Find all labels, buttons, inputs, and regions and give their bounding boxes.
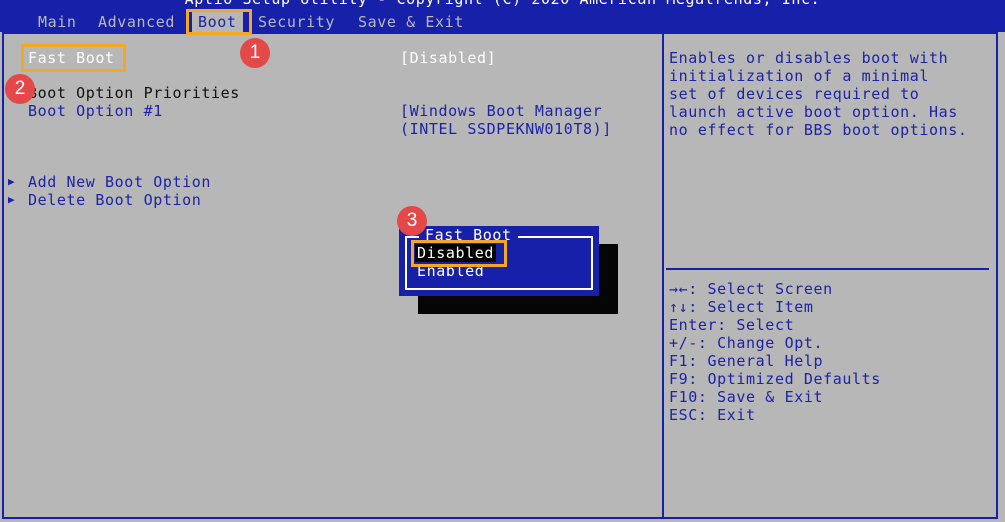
- key-legend: →←: Select Screen ↑↓: Select Item Enter:…: [669, 280, 881, 424]
- key-esc-exit: ESC: Exit: [669, 406, 756, 424]
- highlight-fast-boot: [21, 44, 126, 72]
- key-save-exit: F10: Save & Exit: [669, 388, 824, 406]
- tab-advanced[interactable]: Advanced: [98, 13, 175, 31]
- submenu-arrow-icon: ▶: [8, 175, 15, 188]
- help-line: initialization of a minimal: [669, 67, 930, 85]
- help-divider: [666, 268, 989, 270]
- help-line: no effect for BBS boot options.: [669, 121, 968, 139]
- key-select-screen: →←: Select Screen: [669, 280, 833, 298]
- add-new-boot-option[interactable]: Add New Boot Option: [28, 173, 211, 191]
- boot-option-1-value-line1[interactable]: [Windows Boot Manager: [400, 102, 602, 120]
- highlight-boot-tab: [186, 9, 252, 35]
- help-line: set of devices required to: [669, 85, 920, 103]
- tab-security[interactable]: Security: [258, 13, 335, 31]
- annotation-badge-1: 1: [240, 38, 270, 68]
- annotation-badge-2: 2: [5, 74, 35, 104]
- submenu-arrow-icon: ▶: [8, 193, 15, 206]
- panel-divider: [662, 32, 664, 519]
- boot-priorities-heading: Boot Option Priorities: [28, 84, 240, 102]
- key-optimized-defaults: F9: Optimized Defaults: [669, 370, 881, 388]
- highlight-disabled-option: [411, 240, 507, 267]
- tab-main[interactable]: Main: [38, 13, 77, 31]
- boot-option-1-value-line2[interactable]: (INTEL SSDPEKNW010T8)]: [400, 120, 612, 138]
- tab-save-exit[interactable]: Save & Exit: [358, 13, 464, 31]
- help-line: Enables or disables boot with: [669, 49, 949, 67]
- boot-option-1-label[interactable]: Boot Option #1: [28, 102, 163, 120]
- help-line: launch active boot option. Has: [669, 103, 958, 121]
- delete-boot-option[interactable]: Delete Boot Option: [28, 191, 201, 209]
- top-menu-bar: Aptio Setup Utility - Copyright (C) 2020…: [0, 0, 1005, 33]
- key-general-help: F1: General Help: [669, 352, 824, 370]
- fast-boot-value[interactable]: [Disabled]: [400, 49, 496, 67]
- help-text: Enables or disables boot with initializa…: [669, 49, 968, 139]
- key-change-opt: +/-: Change Opt.: [669, 334, 824, 352]
- annotation-badge-3: 3: [397, 206, 427, 236]
- key-select-item: ↑↓: Select Item: [669, 298, 814, 316]
- app-title: Aptio Setup Utility - Copyright (C) 2020…: [0, 0, 1005, 8]
- key-enter: Enter: Select: [669, 316, 795, 334]
